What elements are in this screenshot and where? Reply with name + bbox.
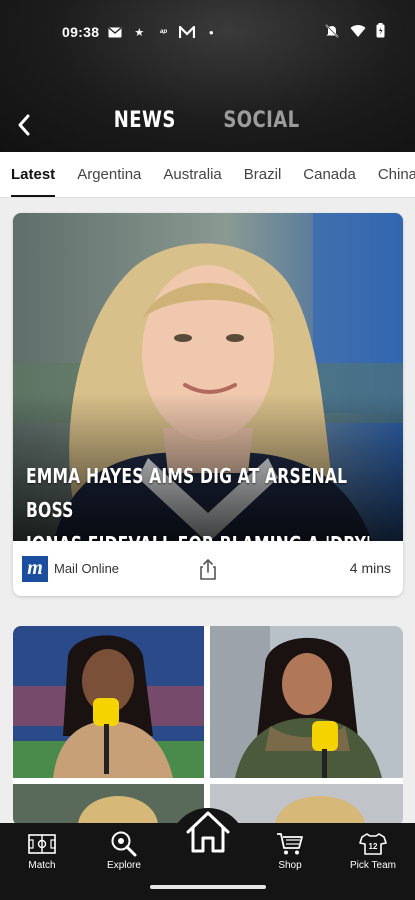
nav-match[interactable]: Match [7, 831, 77, 871]
battery-icon [376, 23, 385, 41]
home-icon [185, 810, 231, 859]
category-tab-argentina[interactable]: Argentina [77, 152, 141, 197]
grid-image-1[interactable] [13, 626, 204, 778]
nav-explore[interactable]: Explore [89, 831, 159, 871]
nav-home[interactable] [176, 806, 240, 862]
tab-social[interactable]: SOCIAL [223, 108, 299, 133]
nav-pick-team[interactable]: 12 Pick Team [338, 831, 408, 871]
category-tab-brazil[interactable]: Brazil [244, 152, 282, 197]
nav-shop[interactable]: Shop [255, 831, 325, 871]
news-social-tabs: NEWS SOCIAL [0, 108, 415, 133]
category-tabs: Latest Argentina Australia Brazil Canada… [0, 152, 415, 198]
article-image[interactable]: EMMA HAYES AIMS DIG AT ARSENAL BOSS JONA… [13, 213, 403, 541]
grid-image-2[interactable] [210, 626, 403, 778]
article-time: 4 mins [349, 560, 391, 576]
article-footer: m Mail Online 4 mins [13, 541, 403, 596]
mute-icon [324, 23, 340, 42]
mail-online-logo: m [22, 555, 48, 582]
category-tab-canada[interactable]: Canada [303, 152, 356, 197]
status-bar: 09:38 ★ ᵃᵖ ● [62, 22, 385, 42]
pitch-icon [28, 831, 56, 857]
search-ball-icon [110, 831, 138, 857]
wifi-icon [350, 24, 366, 41]
app-root: 09:38 ★ ᵃᵖ ● NEWS SOCIAL Latest Argentin… [0, 0, 415, 900]
category-tab-australia[interactable]: Australia [163, 152, 221, 197]
cart-icon [276, 831, 304, 857]
source-name: Mail Online [54, 561, 120, 576]
app-m-icon [179, 25, 196, 39]
status-time: 09:38 [62, 24, 100, 40]
dot-icon: ● [208, 27, 214, 37]
star-icon: ★ [134, 26, 145, 39]
share-icon[interactable] [198, 558, 218, 580]
gesture-bar[interactable] [150, 885, 266, 889]
video-grid-card[interactable] [13, 626, 403, 826]
svg-text:12: 12 [369, 842, 378, 851]
article-headline[interactable]: EMMA HAYES AIMS DIG AT ARSENAL BOSS JONA… [26, 459, 393, 541]
category-tab-china[interactable]: China [378, 152, 415, 197]
tab-news[interactable]: NEWS [114, 108, 176, 133]
article-card[interactable]: EMMA HAYES AIMS DIG AT ARSENAL BOSS JONA… [13, 213, 403, 596]
mail-icon [107, 25, 123, 39]
shirt-icon: 12 [359, 831, 387, 857]
category-tab-latest[interactable]: Latest [11, 152, 56, 197]
header: 09:38 ★ ᵃᵖ ● NEWS SOCIAL [0, 0, 415, 152]
sky-sports-icon: ᵃᵖ [159, 27, 167, 37]
